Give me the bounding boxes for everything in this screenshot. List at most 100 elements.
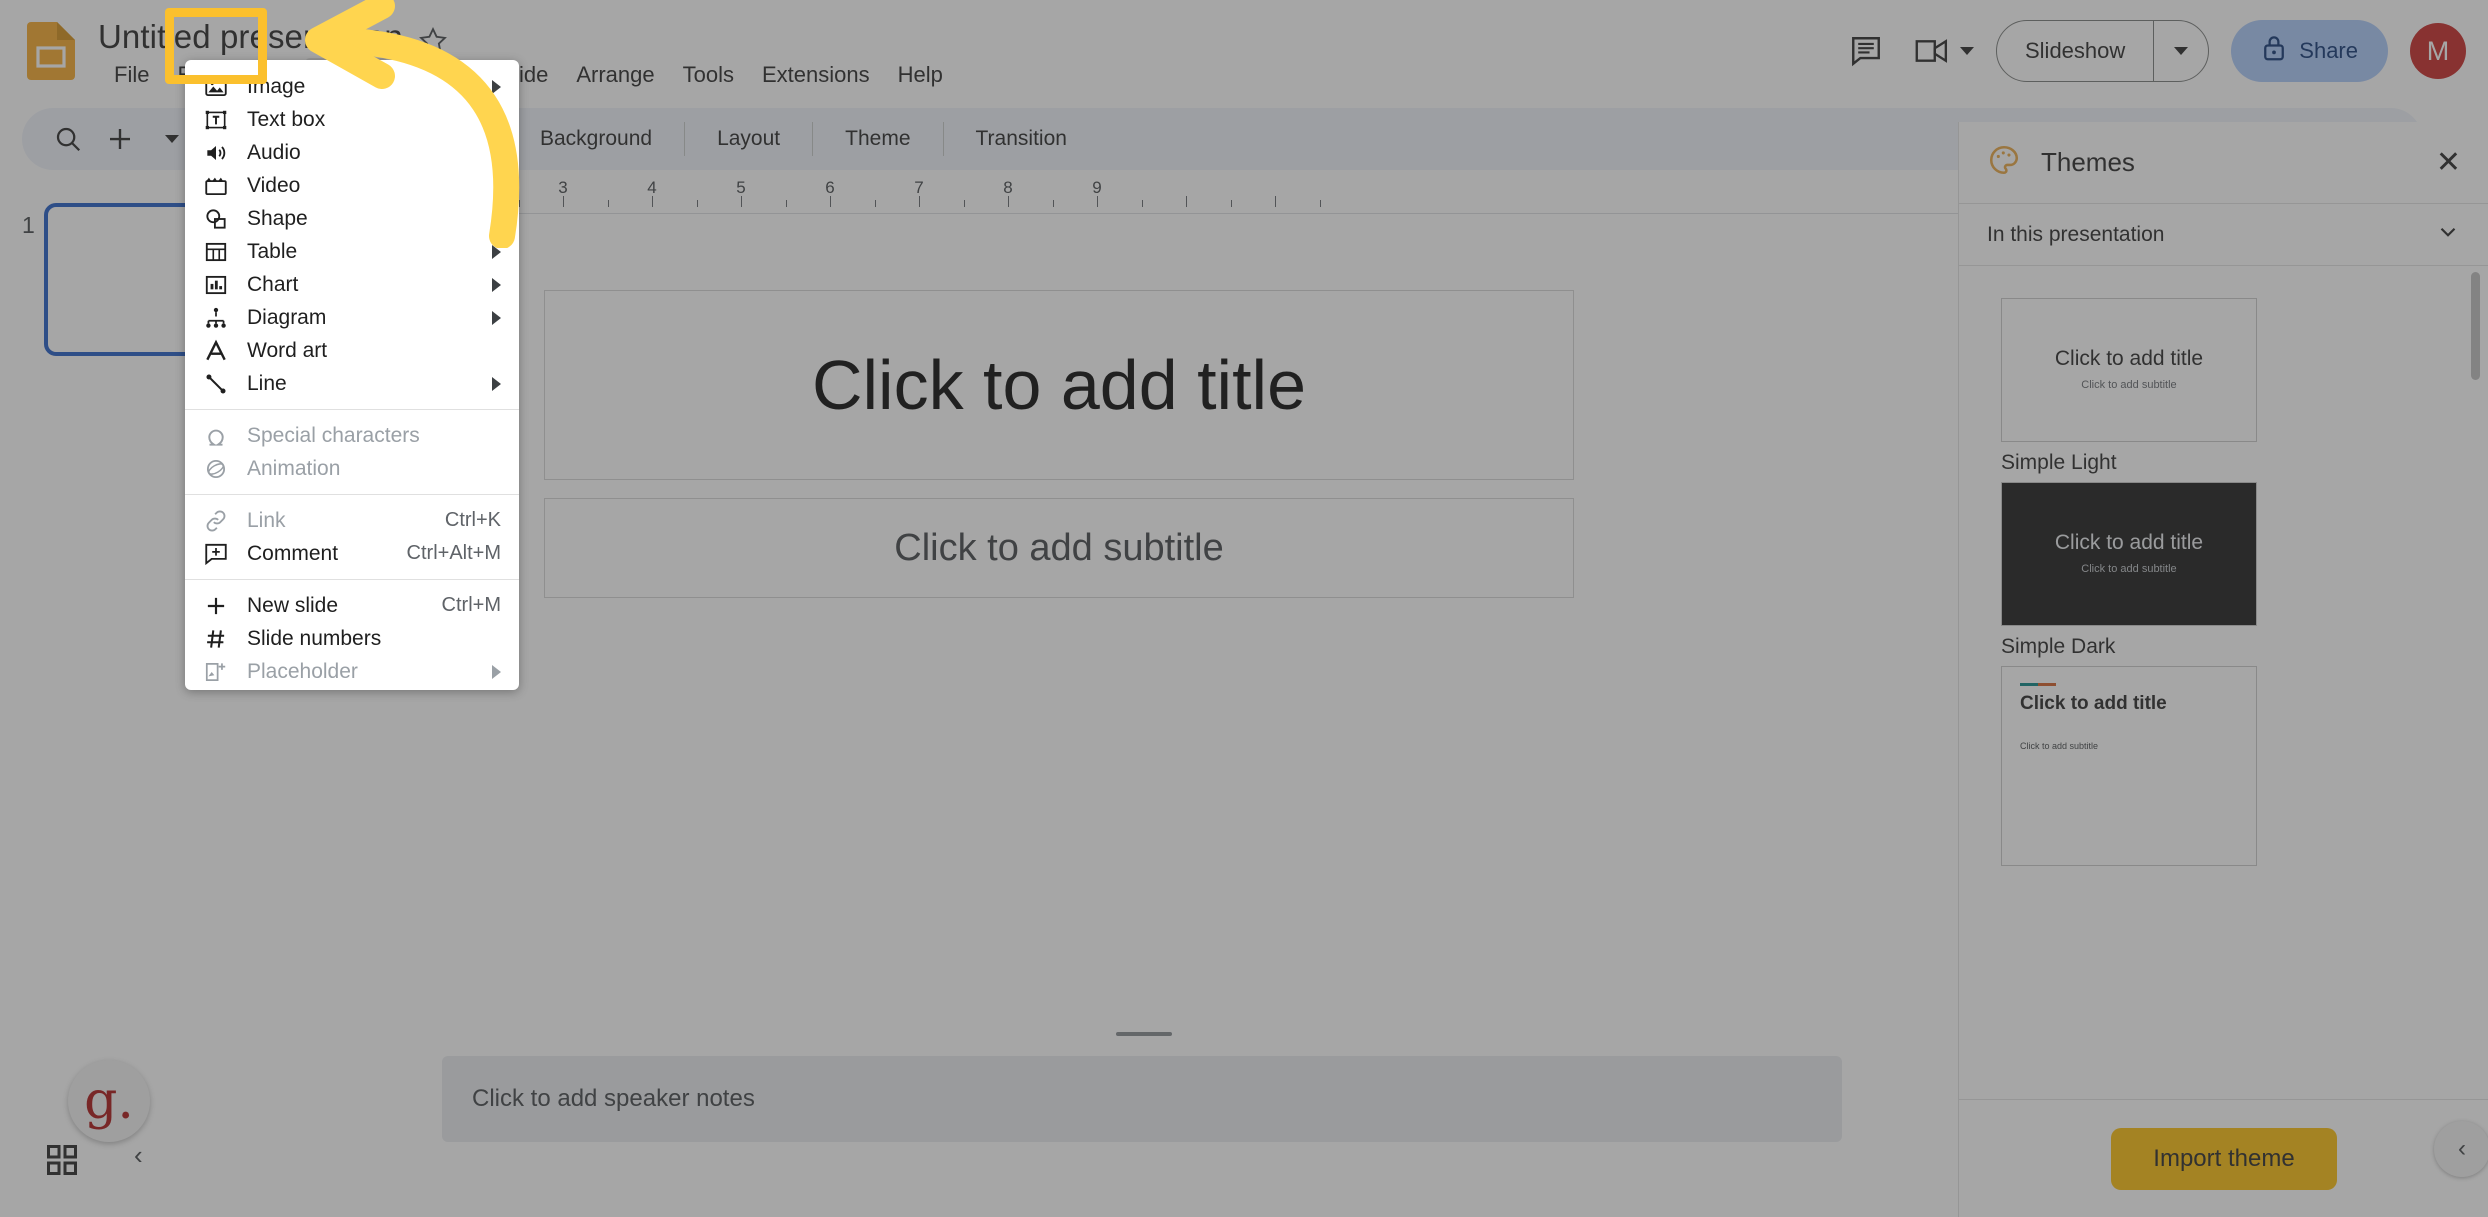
themes-scrollbar[interactable]	[2471, 272, 2480, 380]
theme-card[interactable]: Click to add title Click to add subtitle…	[2001, 298, 2257, 475]
ruler-tick	[563, 196, 564, 207]
ruler-tick-label: 3	[558, 178, 568, 197]
themes-panel-footer: Import theme	[1959, 1099, 2488, 1217]
menu-item-label: New slide	[247, 593, 339, 617]
slideshow-options-button[interactable]	[2154, 21, 2208, 81]
menu-item-video[interactable]: Video	[185, 169, 519, 202]
submenu-arrow-icon	[492, 277, 501, 292]
menu-item-special-characters: Special characters	[185, 419, 519, 452]
toolbar-theme-button[interactable]: Theme	[829, 127, 926, 151]
toolbar-background-button[interactable]: Background	[524, 127, 668, 151]
annotation-highlight-box	[165, 8, 267, 84]
chevron-left-icon[interactable]: ‹	[2434, 1121, 2488, 1177]
insert-dropdown-menu: Image Text box Audio Video Shape Table Chart Di…	[185, 60, 519, 690]
ruler-tick	[1008, 196, 1009, 207]
themes-section-header[interactable]: In this presentation	[1959, 204, 2488, 266]
share-button[interactable]: Share	[2231, 20, 2388, 82]
speaker-notes-input[interactable]: Click to add speaker notes	[442, 1056, 1842, 1142]
menu-item-slide-numbers[interactable]: Slide numbers	[185, 622, 519, 655]
lock-icon	[2261, 33, 2287, 69]
menu-file[interactable]: File	[100, 58, 163, 92]
ruler-tick	[1186, 196, 1187, 207]
themes-list: Click to add title Click to add subtitle…	[1959, 266, 2488, 1074]
notes-resize-handle[interactable]	[1116, 1032, 1172, 1036]
ruler-tick	[1319, 200, 1321, 207]
themes-panel-title: Themes	[2041, 147, 2135, 177]
menu-item-label: Link	[247, 508, 286, 532]
avatar[interactable]: M	[2410, 23, 2466, 79]
menu-arrange[interactable]: Arrange	[562, 58, 668, 92]
submenu-arrow-icon	[492, 664, 501, 679]
menu-item-shortcut: Ctrl+M	[441, 594, 501, 616]
menu-item-table[interactable]: Table	[185, 235, 519, 268]
ruler-tick	[919, 196, 920, 207]
ruler-tick-label: 9	[1092, 178, 1102, 197]
slideshow-button[interactable]: Slideshow	[1997, 21, 2153, 81]
theme-thumb-subtitle: Click to add subtitle	[2081, 563, 2177, 575]
themes-section-label: In this presentation	[1987, 222, 2165, 246]
toolbar-transition-button[interactable]: Transition	[960, 127, 1083, 151]
accent-bar-orange	[2038, 683, 2056, 686]
palette-icon	[1987, 143, 2021, 182]
theme-thumb-title: Click to add title	[2054, 347, 2204, 370]
menu-item-label: Comment	[247, 541, 339, 565]
ruler-tick	[830, 196, 831, 207]
title-placeholder[interactable]: Click to add title	[544, 290, 1574, 480]
menu-item-label: Word art	[247, 338, 328, 362]
ruler-tick-label: 7	[914, 178, 924, 197]
menu-item-label: Text box	[247, 107, 326, 131]
subtitle-placeholder[interactable]: Click to add subtitle	[544, 498, 1574, 598]
themes-panel: Themes ✕ In this presentation Click to a…	[1958, 122, 2488, 1217]
menu-item-new-slide[interactable]: New slide Ctrl+M	[185, 589, 519, 622]
line-icon	[199, 371, 233, 397]
submenu-arrow-icon	[492, 376, 501, 391]
import-theme-button[interactable]: Import theme	[2111, 1127, 2337, 1190]
animation-icon	[199, 456, 233, 482]
star-icon[interactable]	[418, 26, 448, 56]
shape-icon	[199, 206, 233, 232]
menu-extensions[interactable]: Extensions	[748, 58, 884, 92]
meet-button[interactable]	[1910, 29, 1974, 73]
ruler-tick	[874, 200, 876, 207]
menu-item-shortcut: Ctrl+K	[444, 509, 501, 531]
menu-item-link: Link Ctrl+K	[185, 504, 519, 537]
theme-accent-bar	[2020, 683, 2056, 686]
new-slide-button[interactable]	[96, 115, 144, 163]
menu-item-word-art[interactable]: Word art	[185, 334, 519, 367]
comment-history-icon[interactable]	[1844, 29, 1888, 73]
menu-item-line[interactable]: Line	[185, 367, 519, 400]
theme-card[interactable]: Click to add title Click to add subtitle…	[2001, 482, 2257, 659]
menu-item-shape[interactable]: Shape	[185, 202, 519, 235]
menu-item-animation: Animation	[185, 452, 519, 485]
menu-item-diagram[interactable]: Diagram	[185, 301, 519, 334]
speaker-notes-pane: Click to add speaker notes	[330, 1046, 1958, 1217]
menu-help[interactable]: Help	[884, 58, 957, 92]
accent-bar-teal	[2020, 683, 2038, 686]
grid-view-icon[interactable]	[44, 1142, 80, 1178]
menu-divider	[185, 409, 519, 410]
menu-item-comment[interactable]: Comment Ctrl+Alt+M	[185, 537, 519, 570]
ruler-tick	[607, 200, 609, 207]
horizontal-ruler: 3 4 5 6 7 8 9	[330, 176, 1958, 214]
theme-thumb-title: Click to add title	[2054, 531, 2204, 554]
menu-item-label: Table	[247, 239, 298, 263]
menu-item-text-box[interactable]: Text box	[185, 103, 519, 136]
close-icon[interactable]: ✕	[2436, 145, 2461, 180]
search-icon[interactable]	[44, 115, 92, 163]
omega-icon	[199, 423, 233, 449]
slide-canvas[interactable]: Click to add title Click to add subtitle	[482, 230, 1634, 878]
menu-item-label: Animation	[247, 456, 341, 480]
ruler-tick	[1230, 200, 1232, 207]
toolbar-layout-button[interactable]: Layout	[701, 127, 796, 151]
brand-logo[interactable]: g.	[68, 1060, 150, 1142]
menu-item-chart[interactable]: Chart	[185, 268, 519, 301]
share-label: Share	[2299, 38, 2358, 63]
menu-item-audio[interactable]: Audio	[185, 136, 519, 169]
link-icon	[199, 508, 233, 534]
ruler-tick-label: 6	[825, 178, 835, 197]
chevron-left-icon[interactable]: ‹	[134, 1140, 143, 1171]
theme-card[interactable]: Click to add title Click to add subtitle	[2001, 666, 2257, 866]
menu-item-label: Chart	[247, 272, 299, 296]
slide-number: 1	[22, 212, 35, 238]
menu-tools[interactable]: Tools	[669, 58, 748, 92]
